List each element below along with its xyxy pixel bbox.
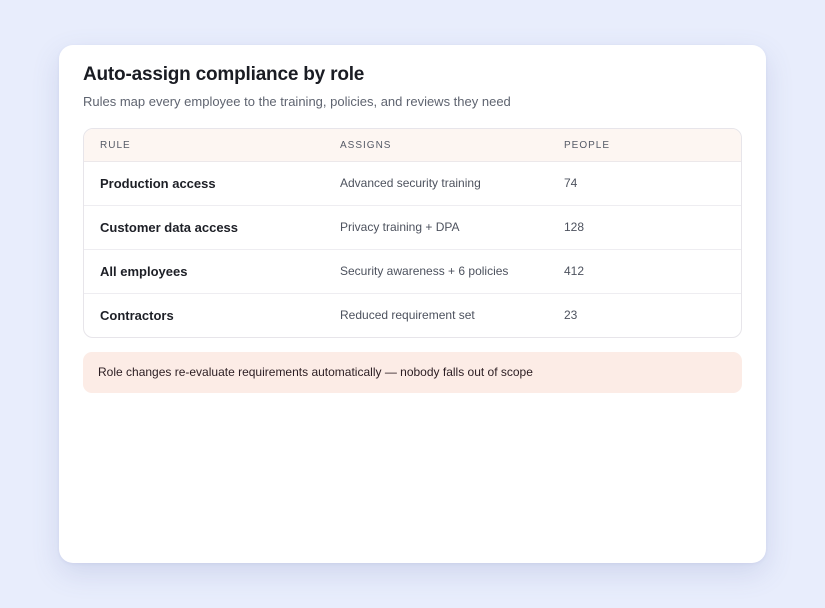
table-row[interactable]: Production access Advanced security trai… [84,162,741,206]
info-banner: Role changes re-evaluate requirements au… [83,352,742,393]
table-row[interactable]: All employees Security awareness + 6 pol… [84,250,741,294]
rule-assigns: Reduced requirement set [340,308,475,322]
rule-name: Production access [100,176,216,191]
rule-assigns: Advanced security training [340,176,481,190]
rule-people-count: 74 [564,176,578,190]
rule-people-count: 412 [564,264,585,278]
table-row[interactable]: Contractors Reduced requirement set 23 [84,294,741,337]
card-subtitle: Rules map every employee to the training… [83,94,511,109]
rule-assigns: Privacy training + DPA [340,220,460,234]
rules-table: RULE ASSIGNS PEOPLE Production access Ad… [83,128,742,338]
rule-people-count: 128 [564,220,585,234]
table-row[interactable]: Customer data access Privacy training + … [84,206,741,250]
rule-name: Customer data access [100,220,239,235]
rule-assigns: Security awareness + 6 policies [340,264,509,278]
rule-name: All employees [100,264,188,279]
column-header-rule: RULE [100,140,131,151]
column-header-people: PEOPLE [564,140,611,151]
column-header-assigns: ASSIGNS [340,140,392,151]
table-header: RULE ASSIGNS PEOPLE [84,129,741,162]
card-title: Auto-assign compliance by role [83,64,365,85]
compliance-card: Auto-assign compliance by role Rules map… [59,45,766,563]
rule-people-count: 23 [564,308,578,322]
rule-name: Contractors [100,308,174,323]
